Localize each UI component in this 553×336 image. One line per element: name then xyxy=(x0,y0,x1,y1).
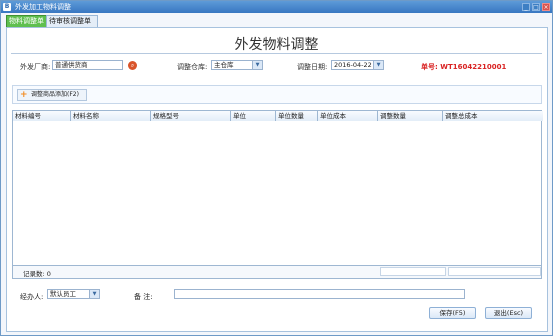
summary-cell xyxy=(448,267,541,276)
exit-button[interactable]: 退出(Esc) xyxy=(485,307,532,319)
save-button[interactable]: 保存(F5) xyxy=(429,307,476,319)
add-item-button[interactable]: + 调整商品添加(F2) xyxy=(17,89,87,101)
warehouse-select[interactable]: 主仓库 ▼ xyxy=(211,60,263,70)
column-header[interactable]: 调整数量 xyxy=(378,111,443,121)
add-item-label: 调整商品添加(F2) xyxy=(31,91,79,98)
app-icon: B xyxy=(3,3,11,11)
items-table: 材料编号 材料名称 规格型号 单位 单位数量 单位成本 调整数量 调整总成本 记… xyxy=(12,110,543,279)
minimize-button[interactable]: _ xyxy=(522,3,530,11)
supplier-field[interactable]: 普通供货商 xyxy=(52,60,123,70)
handler-value: 默认员工 xyxy=(50,290,76,298)
column-header[interactable]: 规格型号 xyxy=(151,111,231,121)
date-value: 2016-04-22 xyxy=(334,61,372,69)
column-header[interactable]: 材料编号 xyxy=(13,111,71,121)
date-picker[interactable]: 2016-04-22 ▼ xyxy=(331,60,384,70)
remark-label: 备 注: xyxy=(134,293,153,301)
search-icon[interactable]: ⌕ xyxy=(128,61,137,70)
supplier-label: 外发厂商: xyxy=(20,63,51,71)
column-header[interactable]: 单位 xyxy=(231,111,276,121)
chevron-down-icon[interactable]: ▼ xyxy=(252,61,262,69)
remark-input[interactable] xyxy=(174,289,465,299)
table-footer: 记录数: 0 xyxy=(13,265,541,278)
record-count: 记录数: 0 xyxy=(23,270,51,278)
column-header[interactable]: 材料名称 xyxy=(71,111,151,121)
page-title: 外发物料调整 xyxy=(234,37,319,53)
column-header[interactable]: 调整总成本 xyxy=(443,111,543,121)
chevron-down-icon[interactable]: ▼ xyxy=(373,61,383,69)
header-divider xyxy=(11,53,542,54)
warehouse-label: 调整仓库: xyxy=(177,63,208,71)
close-button[interactable]: × xyxy=(542,3,550,11)
application-window: B 外发加工物料调整 _ □ × 物料调整单 待审核调整单 外发物料调整 外发厂… xyxy=(0,0,553,336)
toolbar-box xyxy=(12,85,542,104)
handler-label: 经办人: xyxy=(20,293,44,301)
title-bar[interactable]: B 外发加工物料调整 _ □ × xyxy=(1,1,552,13)
column-header[interactable]: 单位数量 xyxy=(276,111,318,121)
date-label: 调整日期: xyxy=(297,63,328,71)
plus-icon: + xyxy=(20,90,28,100)
handler-select[interactable]: 默认员工 ▼ xyxy=(47,289,100,299)
column-header[interactable]: 单位成本 xyxy=(318,111,378,121)
warehouse-value: 主仓库 xyxy=(214,61,234,69)
summary-cell xyxy=(380,267,446,276)
order-number: 单号: WT16042210001 xyxy=(421,63,507,71)
window-title: 外发加工物料调整 xyxy=(15,3,71,11)
maximize-button[interactable]: □ xyxy=(532,3,540,11)
chevron-down-icon[interactable]: ▼ xyxy=(89,290,99,298)
